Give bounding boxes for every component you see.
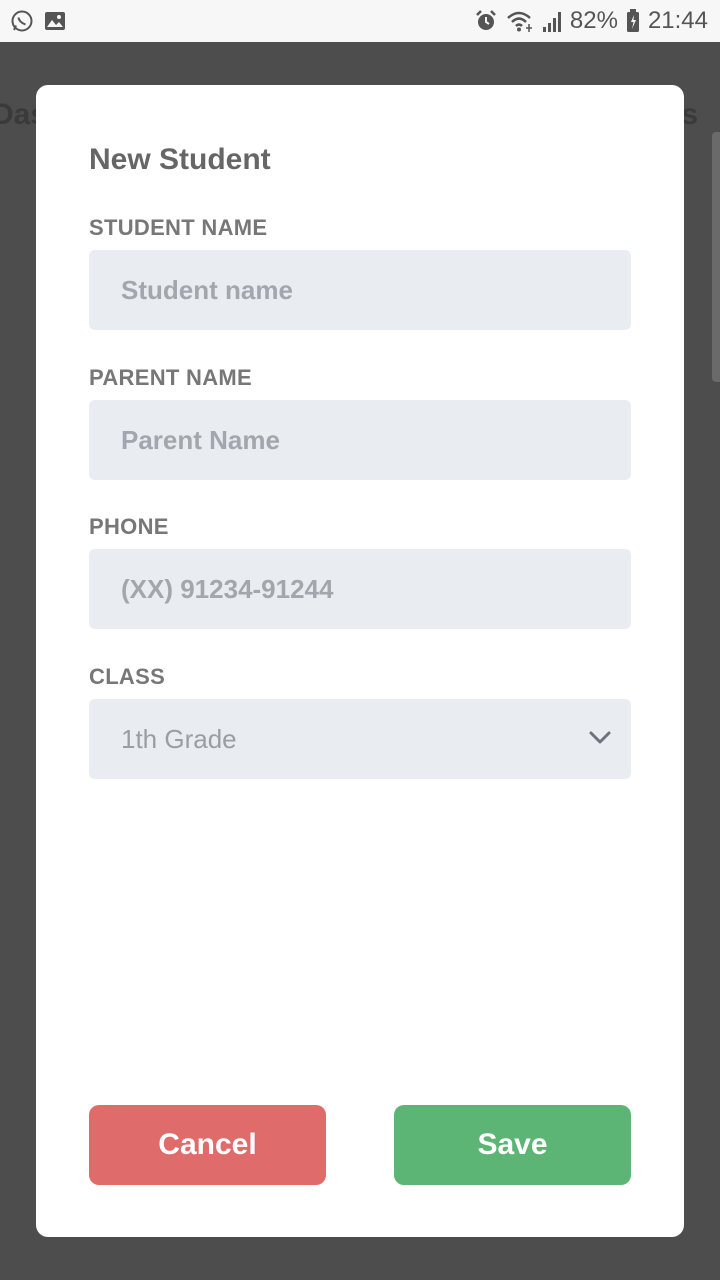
student-name-input[interactable]: [89, 250, 631, 330]
wifi-icon: [506, 9, 534, 33]
parent-name-input[interactable]: [89, 400, 631, 480]
image-icon: [44, 10, 66, 32]
status-bar: 82% 21:44: [0, 0, 720, 42]
dialog-title: New Student: [89, 143, 271, 176]
chevron-down-icon: [587, 724, 613, 755]
status-right-icons: 82% 21:44: [474, 7, 708, 35]
clock: 21:44: [647, 7, 708, 34]
status-left-icons: [10, 9, 66, 33]
class-selected-value: 1th Grade: [121, 723, 237, 754]
battery-icon: [626, 9, 640, 33]
save-button[interactable]: Save: [394, 1105, 631, 1185]
background-scrollbar: [712, 132, 720, 382]
phone-input[interactable]: [89, 549, 631, 629]
alarm-icon: [474, 9, 498, 33]
phone-label: PHONE: [89, 514, 169, 539]
class-select[interactable]: 1th Grade: [89, 699, 631, 779]
parent-name-label: PARENT NAME: [89, 365, 253, 390]
battery-percent: 82%: [569, 7, 618, 34]
class-label: CLASS: [89, 664, 166, 689]
cancel-button[interactable]: Cancel: [89, 1105, 326, 1185]
signal-icon: [542, 10, 562, 32]
new-student-dialog: New Student STUDENT NAME PARENT NAME PHO…: [36, 85, 684, 1237]
student-name-label: STUDENT NAME: [89, 215, 268, 240]
whatsapp-icon: [10, 9, 34, 33]
